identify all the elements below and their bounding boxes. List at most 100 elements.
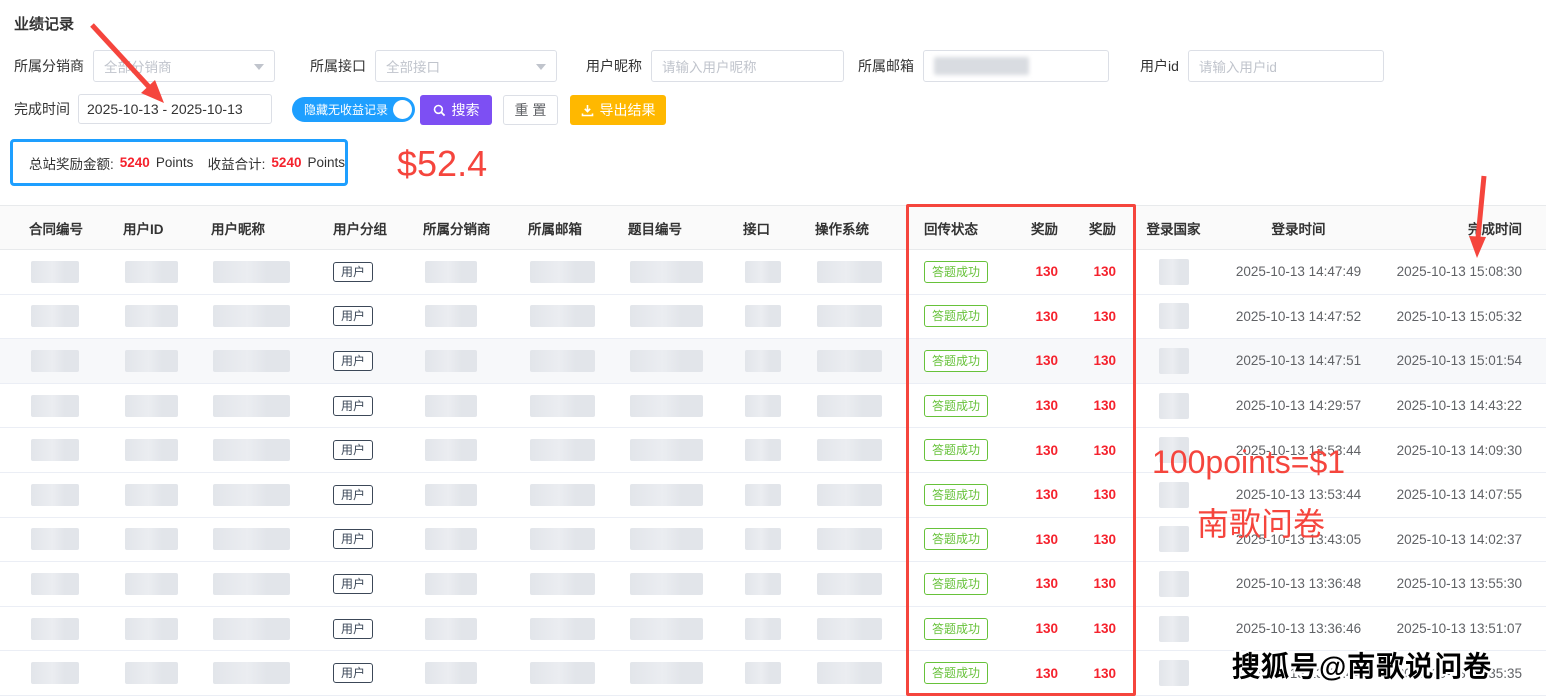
search-icon [433,104,446,117]
redacted-cell-block [630,395,703,417]
user-group-tag: 用户 [333,574,373,594]
finish-time: 2025-10-13 15:08:30 [1397,264,1522,279]
date-range-input[interactable]: 2025-10-13 - 2025-10-13 [78,94,272,124]
search-button[interactable]: 搜索 [420,95,492,125]
annotation-usd-total: $52.4 [397,143,487,185]
redacted-cell-block [213,395,290,417]
hide-no-income-toggle[interactable]: 隐藏无收益记录 [292,97,415,122]
os-cell [810,261,907,283]
user-id-cell [114,484,206,506]
redacted-cell-block [213,439,290,461]
redacted-cell-block [31,573,79,595]
toggle-label: 隐藏无收益记录 [304,101,388,118]
redacted-cell-block [425,528,477,550]
redacted-cell-block [817,662,882,684]
redacted-cell-block [817,573,882,595]
login-time-cell: 2025-10-13 14:47:51 [1231,353,1366,368]
status-cell: 答题成功 [907,528,1022,550]
redacted-cell-block [1159,616,1189,642]
reset-label: 重 置 [515,100,547,120]
user-group-tag: 用户 [333,485,373,505]
nickname-input[interactable]: 请输入用户昵称 [651,50,844,82]
redacted-cell-block [31,305,79,327]
filter-nickname: 用户昵称 请输入用户昵称 [586,50,844,82]
country-cell [1116,259,1231,285]
redacted-cell-block [630,261,703,283]
table-row: 用户答题成功1301302025-10-13 13:36:462025-10-1… [0,607,1546,652]
column-header: 用户昵称 [206,218,328,238]
nickname-cell [206,261,328,283]
column-header: 回传状态 [907,218,1022,238]
finish-time-cell: 2025-10-13 14:09:30 [1366,443,1536,458]
table-row: 用户答题成功1301302025-10-13 14:47:522025-10-1… [0,295,1546,340]
redacted-cell-block [745,484,781,506]
redacted-cell-block [817,484,882,506]
reward2-value: 130 [1093,487,1116,502]
redacted-cell-block [1159,526,1189,552]
status-badge: 答题成功 [924,439,988,461]
user-group-tag: 用户 [333,619,373,639]
redacted-cell-block [745,261,781,283]
user-group-tag: 用户 [333,396,373,416]
country-cell [1116,571,1231,597]
reset-button[interactable]: 重 置 [503,95,558,125]
api-cell [738,261,810,283]
table-row: 用户答题成功1301302025-10-13 14:29:572025-10-1… [0,384,1546,429]
api-select[interactable]: 全部接口 [375,50,557,82]
question-no-cell [623,618,738,640]
column-header: 登录国家 [1116,218,1231,238]
reward-value: 130 [1035,443,1058,458]
email-cell [523,528,623,550]
table-body: 用户答题成功1301302025-10-13 14:47:492025-10-1… [0,250,1546,696]
toggle-knob [393,100,412,119]
nickname-cell [206,528,328,550]
finish-time-cell: 2025-10-13 13:51:07 [1366,621,1536,636]
reward2-cell: 130 [1058,666,1116,681]
login-time-cell: 2025-10-13 14:47:52 [1231,309,1366,324]
distributor-cell [418,439,523,461]
os-cell [810,528,907,550]
reward-value: 130 [1035,532,1058,547]
nickname-label: 用户昵称 [586,56,642,76]
country-cell [1116,660,1231,686]
table-row: 用户答题成功1301302025-10-13 13:53:442025-10-1… [0,473,1546,518]
nickname-cell [206,395,328,417]
redacted-cell-block [630,528,703,550]
country-cell [1116,393,1231,419]
status-cell: 答题成功 [907,261,1022,283]
column-header: 题目编号 [623,218,738,238]
user-group-cell: 用户 [328,306,418,326]
reward2-cell: 130 [1058,398,1116,413]
table-row: 用户答题成功1301302025-10-13 13:36:482025-10-1… [0,562,1546,607]
export-label: 导出结果 [600,100,656,120]
redacted-cell-block [745,305,781,327]
distributor-select[interactable]: 全部分销商 [93,50,275,82]
distributor-cell [418,261,523,283]
redacted-cell-block [630,618,703,640]
login-time-cell: 2025-10-13 13:36:48 [1231,576,1366,591]
income-total-value: 5240 [271,155,301,170]
login-time: 2025-10-13 13:32:44 [1236,666,1361,681]
reward2-value: 130 [1093,621,1116,636]
user-id-cell [114,305,206,327]
finish-time-cell: 2025-10-13 15:01:54 [1366,353,1536,368]
table-row: 用户答题成功1301302025-10-13 13:32:442025-10-1… [0,651,1546,696]
export-button[interactable]: 导出结果 [570,95,666,125]
income-total-unit: Points [307,155,345,170]
finish-time: 2025-10-13 15:01:54 [1397,353,1522,368]
redacted-cell-block [31,528,79,550]
email-input[interactable] [923,50,1109,82]
os-cell [810,350,907,372]
user-group-cell: 用户 [328,396,418,416]
redacted-cell-block [1159,482,1189,508]
contract-no-cell [24,439,114,461]
reward-value: 130 [1035,309,1058,324]
reward-cell: 130 [1022,264,1058,279]
email-cell [523,662,623,684]
user-id-input[interactable]: 请输入用户id [1188,50,1384,82]
redacted-cell-block [125,395,178,417]
api-cell [738,573,810,595]
reward-cell: 130 [1022,576,1058,591]
redacted-cell-block [213,484,290,506]
reward-value: 130 [1035,398,1058,413]
